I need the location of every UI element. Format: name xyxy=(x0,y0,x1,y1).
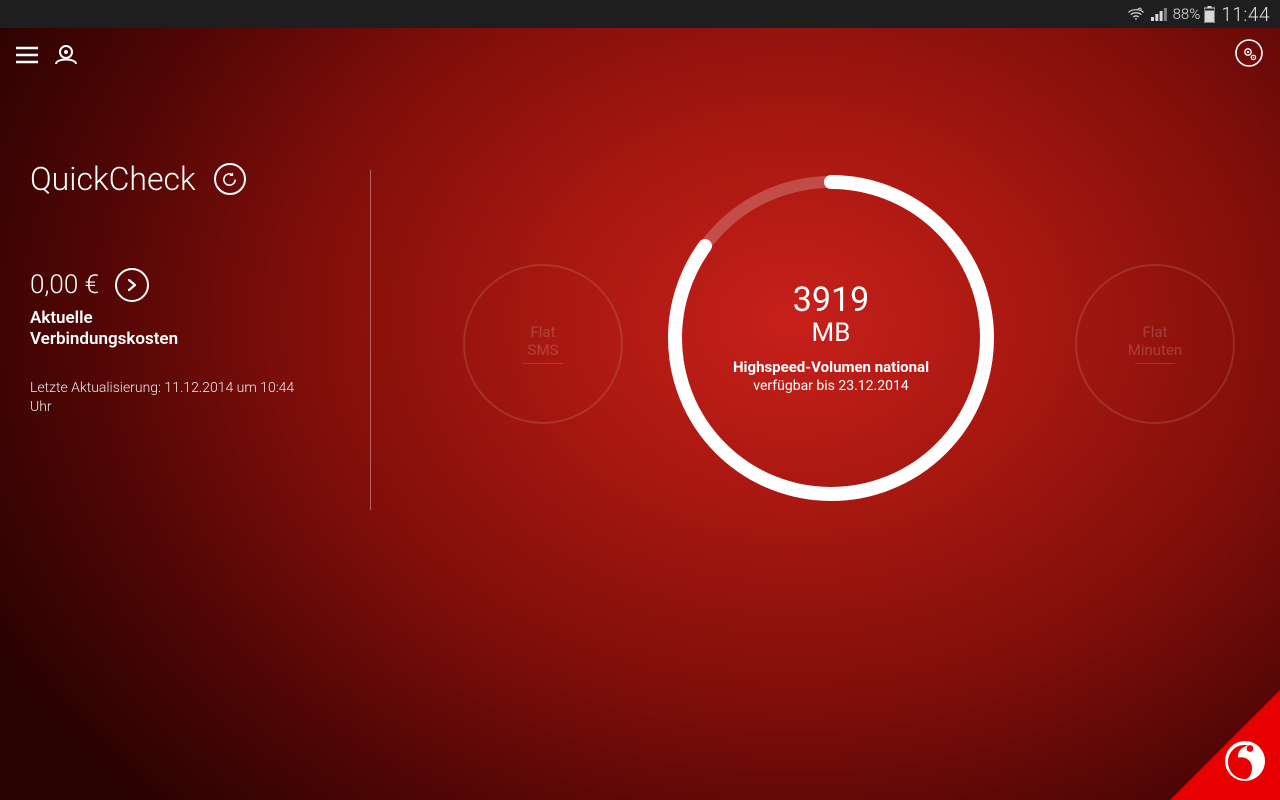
main-content: QuickCheck 0,00 € Aktuelle Verbindungsko… xyxy=(30,160,1280,580)
cost-label-line2: Verbindungskosten xyxy=(30,329,178,349)
vodafone-logo-icon xyxy=(1224,740,1266,786)
cost-value: 0,00 € xyxy=(30,270,99,300)
status-clock: 11:44 xyxy=(1221,3,1270,26)
battery-percent: 88% xyxy=(1173,5,1201,23)
data-unit: MB xyxy=(812,318,851,348)
android-status-bar: 88% 11:44 xyxy=(0,0,1280,28)
page-title: QuickCheck xyxy=(30,160,340,198)
cost-label: Aktuelle Verbindungskosten xyxy=(30,308,340,351)
usage-circles: Flat SMS 3919 MB Highspeed-Volumen natio… xyxy=(411,160,1280,580)
wifi-icon xyxy=(1127,7,1145,21)
last-update-suffix: Uhr xyxy=(30,399,52,415)
divider-icon xyxy=(1135,363,1175,364)
app-top-bar xyxy=(0,30,1280,80)
vertical-divider xyxy=(370,170,371,510)
divider-icon xyxy=(523,363,563,364)
menu-icon[interactable] xyxy=(16,46,38,64)
refresh-icon[interactable] xyxy=(214,163,246,195)
page-title-text: QuickCheck xyxy=(30,160,196,198)
last-update-value: 11.12.2014 um 10:44 xyxy=(164,380,294,396)
data-volume-circle[interactable]: 3919 MB Highspeed-Volumen national verfü… xyxy=(661,168,1001,508)
cost-row[interactable]: 0,00 € xyxy=(30,268,340,302)
cost-label-line1: Aktuelle xyxy=(30,308,93,328)
flat-minutes-circle[interactable]: Flat Minuten xyxy=(1075,264,1235,424)
data-desc-1: Highspeed-Volumen national xyxy=(733,358,929,376)
data-desc-2: verfügbar bis 23.12.2014 xyxy=(753,378,908,394)
flat-min-line2: Minuten xyxy=(1128,342,1182,359)
flat-sms-circle[interactable]: Flat SMS xyxy=(463,264,623,424)
battery-icon xyxy=(1204,6,1215,23)
settings-icon[interactable] xyxy=(1234,38,1264,68)
data-value: 3919 xyxy=(793,282,869,319)
flat-min-line1: Flat xyxy=(1142,324,1167,341)
flat-sms-line1: Flat xyxy=(530,324,555,341)
last-update: Letzte Aktualisierung: 11.12.2014 um 10:… xyxy=(30,379,340,418)
support-icon[interactable] xyxy=(52,42,80,68)
quickcheck-panel: QuickCheck 0,00 € Aktuelle Verbindungsko… xyxy=(30,160,370,580)
chevron-right-icon xyxy=(115,268,149,302)
signal-icon xyxy=(1151,7,1167,21)
last-update-prefix: Letzte Aktualisierung: xyxy=(30,380,164,396)
flat-sms-line2: SMS xyxy=(528,342,559,359)
